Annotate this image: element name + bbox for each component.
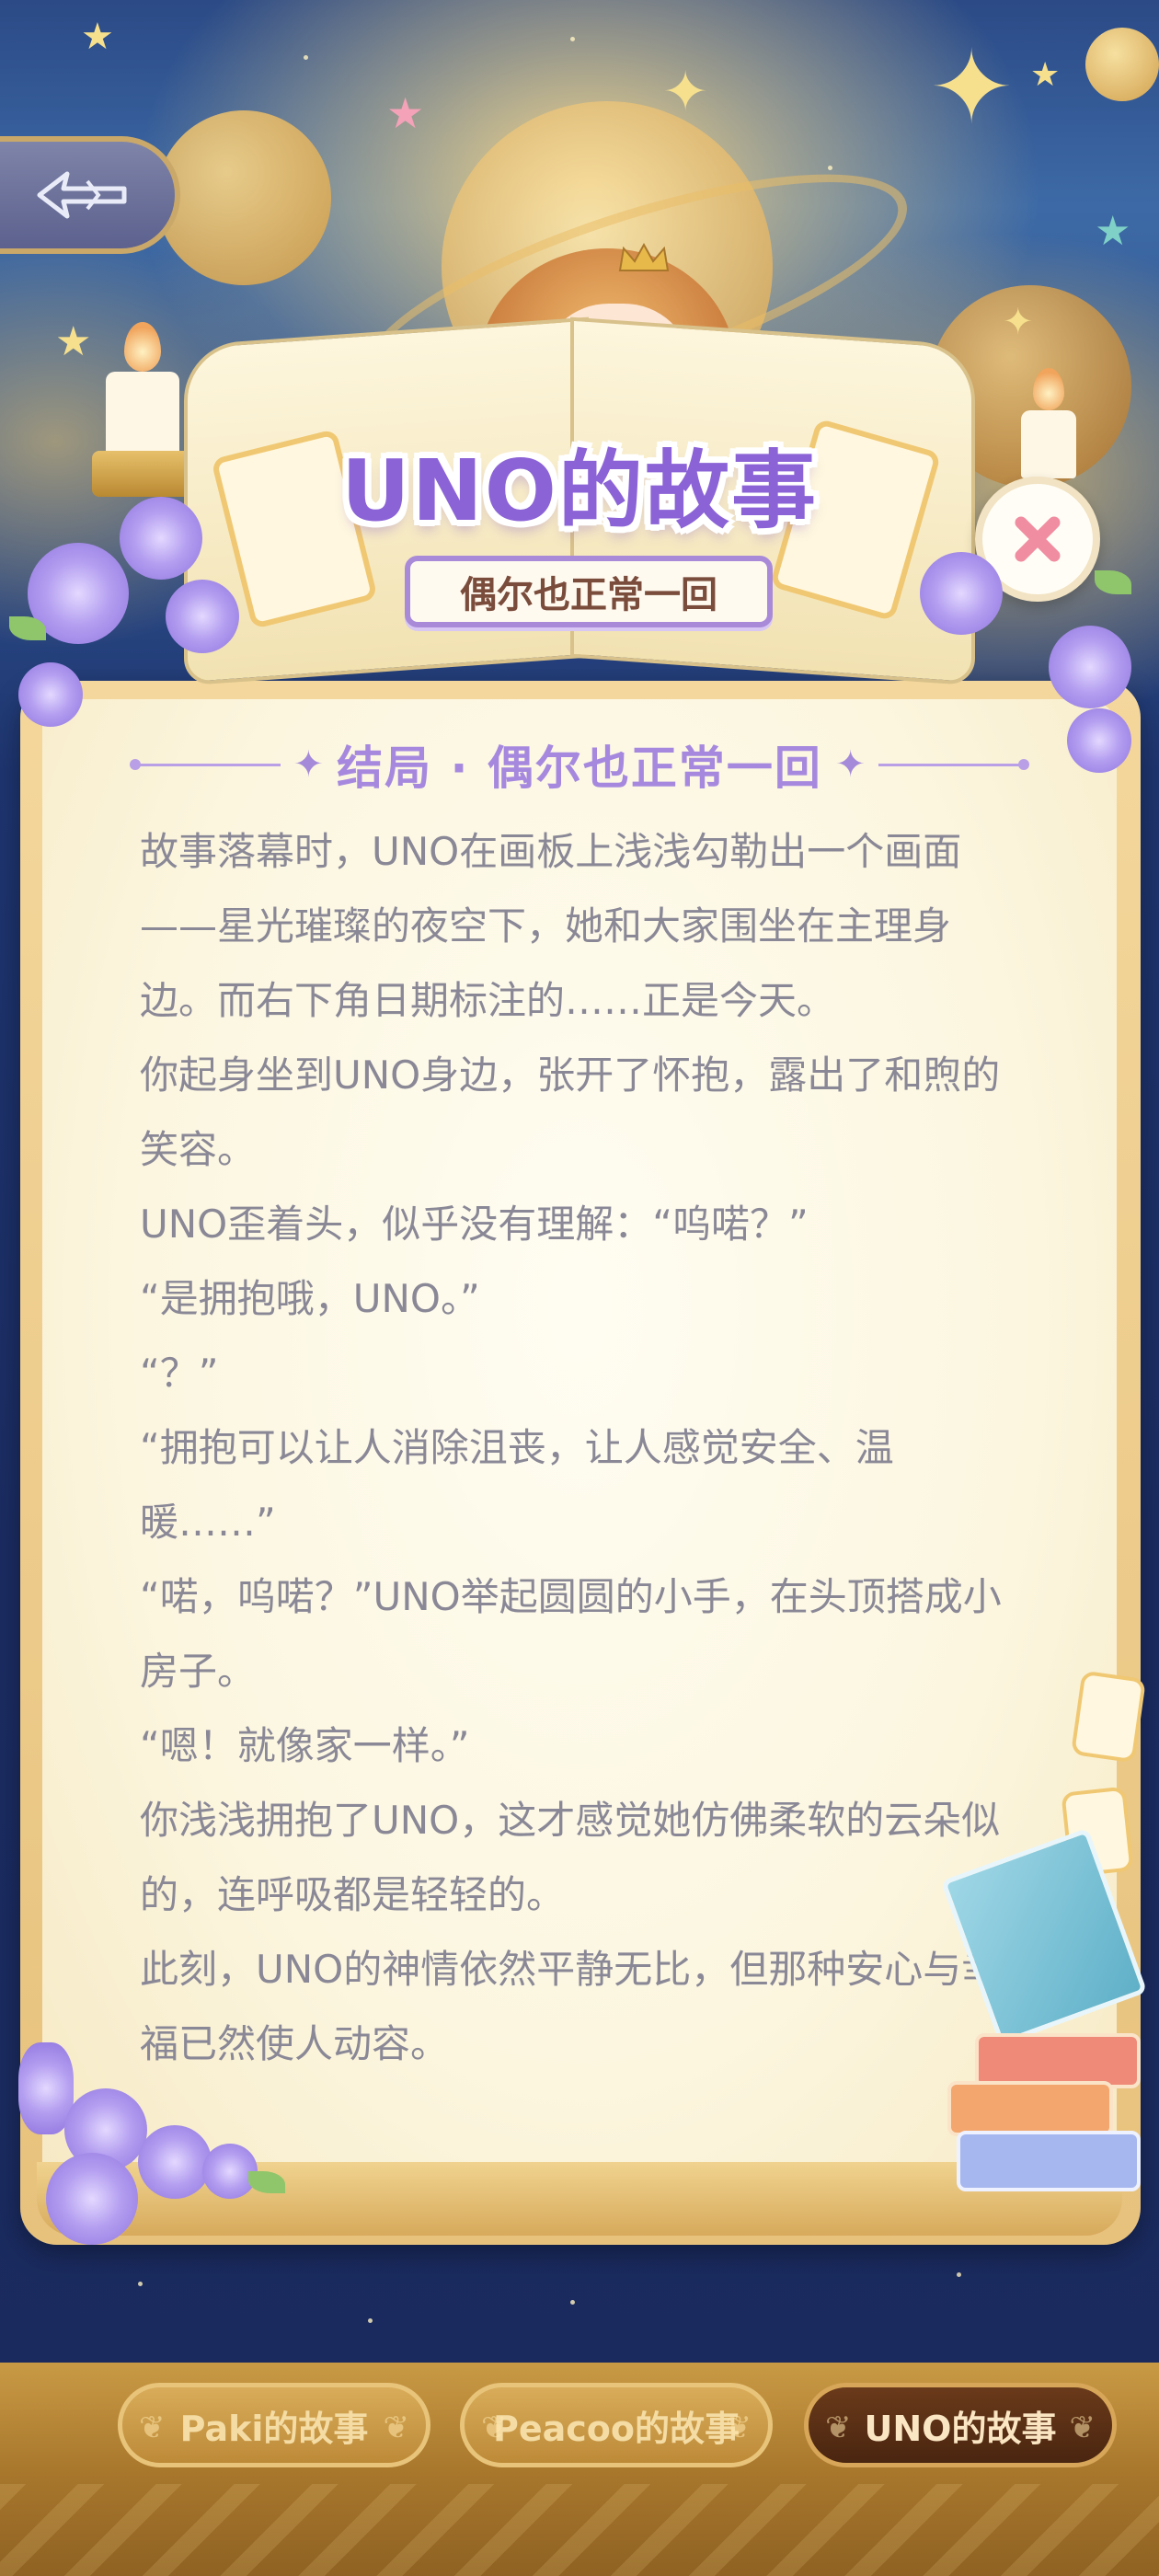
sparkle: [957, 2272, 961, 2277]
star-icon: ★: [55, 318, 92, 365]
leaf-ornament-icon: ❦: [825, 2409, 852, 2446]
tarot-card-decoration: [1070, 1670, 1147, 1764]
story-paragraph: “？”: [140, 1351, 219, 1396]
star-icon: ★: [81, 16, 114, 58]
ornament-icon: ✦: [834, 743, 866, 786]
star-icon: ★: [1095, 208, 1131, 255]
sparkle: [828, 166, 832, 170]
tab-paki-story[interactable]: ❦ Paki的故事 ❦: [118, 2383, 430, 2467]
story-paragraph: UNO歪着头，似乎没有理解：“呜喏？”: [140, 1202, 809, 1247]
story-paragraph: “拥抱可以让人消除沮丧，让人感觉安全、温暖……”: [140, 1425, 894, 1545]
subtitle-plate: 偶尔也正常一回: [405, 556, 773, 627]
back-arrow-icon: [37, 171, 127, 219]
tab-label: Peacoo的故事: [492, 2408, 740, 2449]
sparkle: [138, 2282, 143, 2286]
sparkle: [570, 2300, 575, 2305]
flower-decoration: [1049, 626, 1131, 708]
flower-decoration: [18, 662, 83, 727]
flower-decoration: [920, 552, 1003, 635]
planet: [1085, 28, 1159, 101]
close-icon: [1015, 516, 1061, 562]
flower-decoration: [120, 497, 202, 580]
tab-uno-story[interactable]: ❦ UNO的故事 ❦: [804, 2383, 1117, 2467]
story-text: 故事落幕时，UNO在画板上浅浅勾勒出一个画面——星光璀璨的夜空下，她和大家围坐在…: [140, 814, 1014, 2081]
leaf-ornament-icon: ❦: [139, 2409, 166, 2446]
flower-decoration: [46, 2153, 138, 2245]
chapter-heading: ✦ 结局 · 偶尔也正常一回 ✦: [74, 732, 1085, 797]
tab-label: Paki的故事: [179, 2408, 369, 2449]
story-paragraph: “是拥抱哦，UNO。”: [140, 1276, 480, 1321]
story-paragraph: 故事落幕时，UNO在画板上浅浅勾勒出一个画面——星光璀璨的夜空下，她和大家围坐在…: [140, 829, 962, 1023]
star-icon: ★: [386, 88, 425, 138]
divider: [129, 758, 281, 770]
star-icon: ✦: [929, 29, 1015, 146]
divider: [878, 758, 1030, 770]
tab-label: UNO的故事: [864, 2408, 1057, 2449]
tab-peacoo-story[interactable]: ❦ Peacoo的故事 ❦: [460, 2383, 773, 2467]
star-icon: ✦: [662, 60, 709, 124]
page-title: UNO的故事: [341, 441, 818, 540]
candle-decoration: [92, 322, 193, 497]
sparkle: [368, 2318, 373, 2323]
crown-icon: [618, 242, 670, 271]
ornament-icon: ✦: [293, 743, 325, 786]
story-paragraph: “喏，呜喏？”UNO举起圆圆的小手，在头顶搭成小房子。: [140, 1574, 1002, 1694]
flower-decoration: [138, 2125, 212, 2199]
story-paragraph: “嗯！就像家一样。”: [140, 1723, 470, 1768]
sparkle: [304, 55, 308, 60]
star-icon: ✦: [1003, 301, 1034, 343]
leaf-ornament-icon: ❦: [1069, 2409, 1096, 2446]
story-paragraph: 你浅浅拥抱了UNO，这才感觉她仿佛柔软的云朵似的，连呼吸都是轻轻的。: [140, 1798, 1001, 1917]
leaf-ornament-icon: ❦: [725, 2409, 752, 2446]
page-title-plate: UNO的故事: [239, 405, 920, 561]
tab-bar-pattern: [0, 2484, 1159, 2576]
sparkle: [570, 37, 575, 41]
planet: [156, 110, 331, 285]
story-paragraph: 此刻，UNO的神情依然平静无比，但那种安心与幸福已然使人动容。: [140, 1947, 1001, 2066]
back-button[interactable]: [0, 136, 180, 254]
page-subtitle: 偶尔也正常一回: [460, 574, 717, 616]
leaf-ornament-icon: ❦: [383, 2409, 410, 2446]
leaf-ornament-icon: ❦: [481, 2409, 508, 2446]
flower-decoration: [166, 580, 239, 653]
chapter-title: 结局 · 偶尔也正常一回: [337, 742, 822, 795]
story-paragraph: 你起身坐到UNO身边，张开了怀抱，露出了和煦的笑容。: [140, 1052, 1001, 1172]
star-icon: ★: [1030, 56, 1061, 94]
candle-decoration: [1012, 368, 1085, 478]
